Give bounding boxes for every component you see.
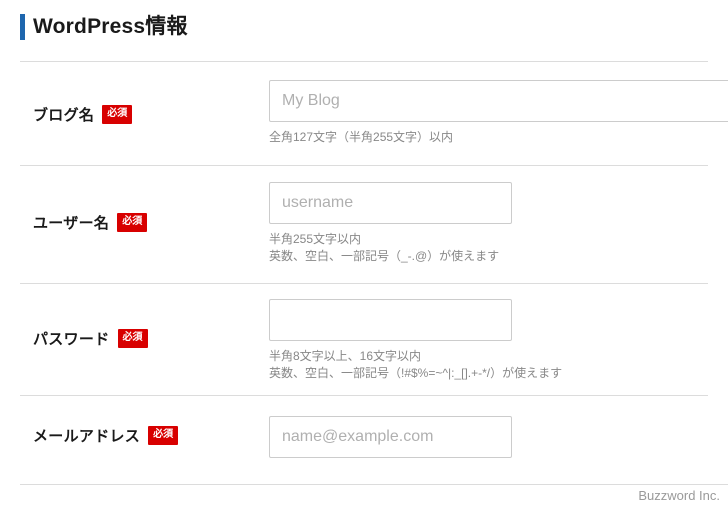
label-text: ユーザー名	[33, 215, 110, 232]
section-header: WordPress情報	[0, 0, 728, 62]
label-username: ユーザー名 必須	[33, 212, 148, 233]
field-password: 半角8文字以上、16文字以内 英数、空白、一部記号（!#$%=~^|:_[].+…	[269, 299, 562, 382]
required-badge: 必須	[117, 213, 148, 232]
help-line: 半角255文字以内	[269, 232, 362, 246]
label-text: メールアドレス	[33, 428, 141, 445]
help-username: 半角255文字以内 英数、空白、一部記号（_-.@）が使えます	[269, 231, 512, 265]
footer-watermark: Buzzword Inc.	[638, 488, 720, 503]
footer: Buzzword Inc.	[0, 484, 728, 508]
form-row-username: ユーザー名 必須 半角255文字以内 英数、空白、一部記号（_-.@）が使えます	[0, 166, 728, 283]
field-email	[269, 416, 512, 458]
wordpress-info-form-page: WordPress情報 ブログ名 必須 全角127文字（半角255文字）以内 ユ…	[0, 0, 728, 508]
label-text: ブログ名	[33, 107, 95, 124]
required-badge: 必須	[117, 329, 148, 348]
help-password: 半角8文字以上、16文字以内 英数、空白、一部記号（!#$%=~^|:_[].+…	[269, 348, 562, 382]
form-row-blog-name: ブログ名 必須 全角127文字（半角255文字）以内	[0, 62, 728, 165]
help-line: 全角127文字（半角255文字）以内	[269, 130, 454, 144]
label-password: パスワード 必須	[33, 328, 148, 349]
blog-name-input[interactable]	[269, 80, 728, 122]
page-title: WordPress情報	[33, 15, 188, 38]
email-input[interactable]	[269, 416, 512, 458]
form-row-password: パスワード 必須 半角8文字以上、16文字以内 英数、空白、一部記号（!#$%=…	[0, 284, 728, 395]
help-line: 半角8文字以上、16文字以内	[269, 349, 422, 363]
required-badge: 必須	[148, 426, 179, 445]
required-badge: 必須	[102, 105, 133, 124]
accent-bar	[20, 14, 25, 40]
username-input[interactable]	[269, 182, 512, 224]
help-line: 英数、空白、一部記号（!#$%=~^|:_[].+-*/）が使えます	[269, 366, 563, 380]
form-row-email: メールアドレス 必須	[0, 396, 728, 484]
help-blog-name: 全角127文字（半角255文字）以内	[269, 129, 728, 146]
label-text: パスワード	[33, 331, 110, 348]
field-username: 半角255文字以内 英数、空白、一部記号（_-.@）が使えます	[269, 182, 512, 265]
field-blog-name: 全角127文字（半角255文字）以内	[269, 80, 728, 146]
label-email: メールアドレス 必須	[33, 425, 179, 446]
help-line: 英数、空白、一部記号（_-.@）が使えます	[269, 249, 500, 263]
password-input[interactable]	[269, 299, 512, 341]
label-blog-name: ブログ名 必須	[33, 104, 133, 125]
